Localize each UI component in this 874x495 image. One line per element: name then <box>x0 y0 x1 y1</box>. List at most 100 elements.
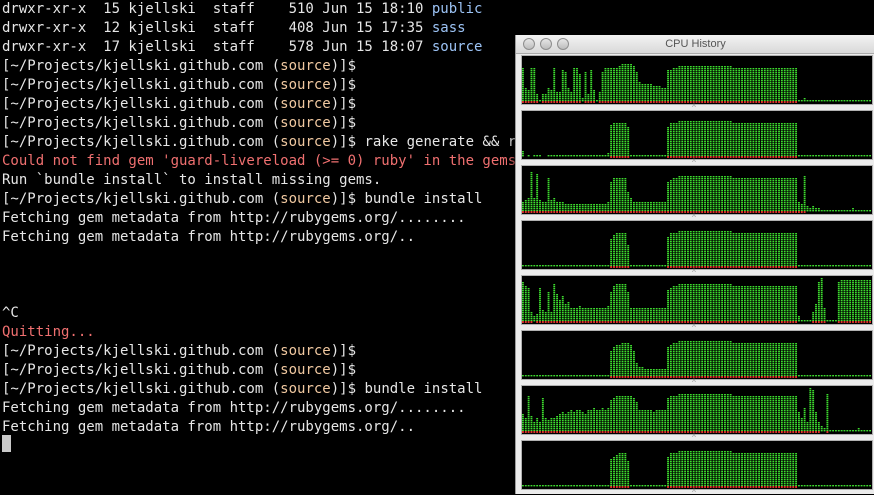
cpu-bar <box>738 129 740 130</box>
cpu-bar <box>704 200 706 201</box>
cpu-bar <box>735 247 737 248</box>
cpu-bar <box>616 127 618 128</box>
cpu-bar <box>681 141 683 142</box>
cpu-bar <box>787 194 789 195</box>
cpu-bar <box>724 94 726 95</box>
cpu-bar <box>693 239 695 240</box>
cpu-bar <box>679 186 681 187</box>
cpu-bar <box>750 129 752 130</box>
cpu-bar <box>758 86 760 87</box>
cpu-bar <box>755 68 757 69</box>
cpu-bar <box>522 80 524 81</box>
cpu-bar <box>704 204 706 205</box>
cpu-bar <box>636 80 638 81</box>
cpu-bar <box>650 88 652 89</box>
cpu-bar <box>573 92 575 93</box>
cpu-system-bar <box>784 156 786 158</box>
cpu-bar <box>616 147 618 148</box>
cpu-bar <box>670 133 672 134</box>
title-bar[interactable]: CPU History <box>516 35 874 54</box>
cpu-bar <box>704 78 706 79</box>
cpu-bar <box>750 204 752 205</box>
cpu-bar <box>718 235 720 236</box>
cpu-bar <box>804 196 806 197</box>
cpu-bar <box>610 206 612 207</box>
cpu-bar <box>684 123 686 124</box>
cpu-bar <box>622 178 624 179</box>
cpu-bar <box>610 74 612 75</box>
cpu-bar <box>789 251 791 252</box>
cpu-bar <box>622 194 624 195</box>
cpu-bar <box>747 190 749 191</box>
cpu-bar <box>752 194 754 195</box>
cpu-system-bar <box>531 101 533 103</box>
cpu-bar <box>704 125 706 126</box>
prompt-path: [~/Projects/kjellski.github.com <box>2 115 272 131</box>
cpu-bar <box>610 147 612 148</box>
cpu-bar <box>687 263 689 264</box>
cpu-bar <box>767 178 769 179</box>
cpu-bar <box>667 96 669 97</box>
cpu-bar <box>559 204 561 205</box>
cpu-bar <box>764 206 766 207</box>
cpu-bar <box>752 249 754 250</box>
cpu-bar <box>755 194 757 195</box>
cpu-bar <box>738 151 740 152</box>
cpu-bar <box>713 80 715 81</box>
cpu-bar <box>727 255 729 256</box>
cpu-bar <box>576 204 578 205</box>
cpu-bar <box>627 68 629 69</box>
cpu-bar <box>587 96 589 97</box>
cpu-bar <box>590 204 592 205</box>
cpu-bar <box>804 194 806 195</box>
cpu-bar <box>619 94 621 95</box>
cpu-bar <box>593 155 595 156</box>
cpu-bar <box>752 137 754 138</box>
cpu-bar <box>670 188 672 189</box>
cpu-bar <box>795 90 797 91</box>
cpu-bar <box>667 139 669 140</box>
cpu-bar <box>656 92 658 93</box>
cpu-system-bar <box>616 156 618 158</box>
cpu-bar <box>701 184 703 185</box>
cpu-bar <box>855 155 857 156</box>
cpu-bar <box>710 178 712 179</box>
terminal-line: [~/Projects/kjellski.github.com (source)… <box>2 76 356 95</box>
cpu-bar <box>733 239 735 240</box>
cpu-bar <box>630 76 632 77</box>
cpu-system-bar <box>775 266 777 268</box>
cpu-bar <box>676 96 678 97</box>
directory-name: sass <box>432 20 466 36</box>
cpu-bar <box>770 251 772 252</box>
cpu-bar <box>716 200 718 201</box>
cpu-bar <box>707 121 709 122</box>
cpu-bar <box>644 90 646 91</box>
cpu-bar <box>730 231 732 232</box>
cpu-bar <box>585 98 587 99</box>
cpu-core-graph <box>521 165 873 215</box>
cpu-bar <box>710 84 712 85</box>
cpu-bar <box>710 198 712 199</box>
cpu-system-bar <box>713 156 715 158</box>
cpu-bar <box>755 186 757 187</box>
cpu-bar <box>539 155 541 156</box>
cpu-bar <box>622 96 624 97</box>
cpu-bar <box>687 121 689 122</box>
cpu-bar <box>605 94 607 95</box>
cpu-bar <box>758 257 760 258</box>
cpu-bar <box>616 68 618 69</box>
cpu-bar <box>716 194 718 195</box>
cpu-bar <box>852 265 854 266</box>
cpu-bar <box>815 265 817 266</box>
cpu-bar <box>787 70 789 71</box>
cpu-bar <box>724 133 726 134</box>
cpu-bar <box>795 82 797 83</box>
cpu-bar <box>812 265 814 266</box>
cpu-bar <box>696 96 698 97</box>
cpu-bar <box>548 182 550 183</box>
prompt-paren: ( <box>272 58 280 74</box>
cpu-bar <box>747 192 749 193</box>
cpu-bar <box>624 96 626 97</box>
cpu-bar <box>619 180 621 181</box>
cpu-bar <box>770 194 772 195</box>
